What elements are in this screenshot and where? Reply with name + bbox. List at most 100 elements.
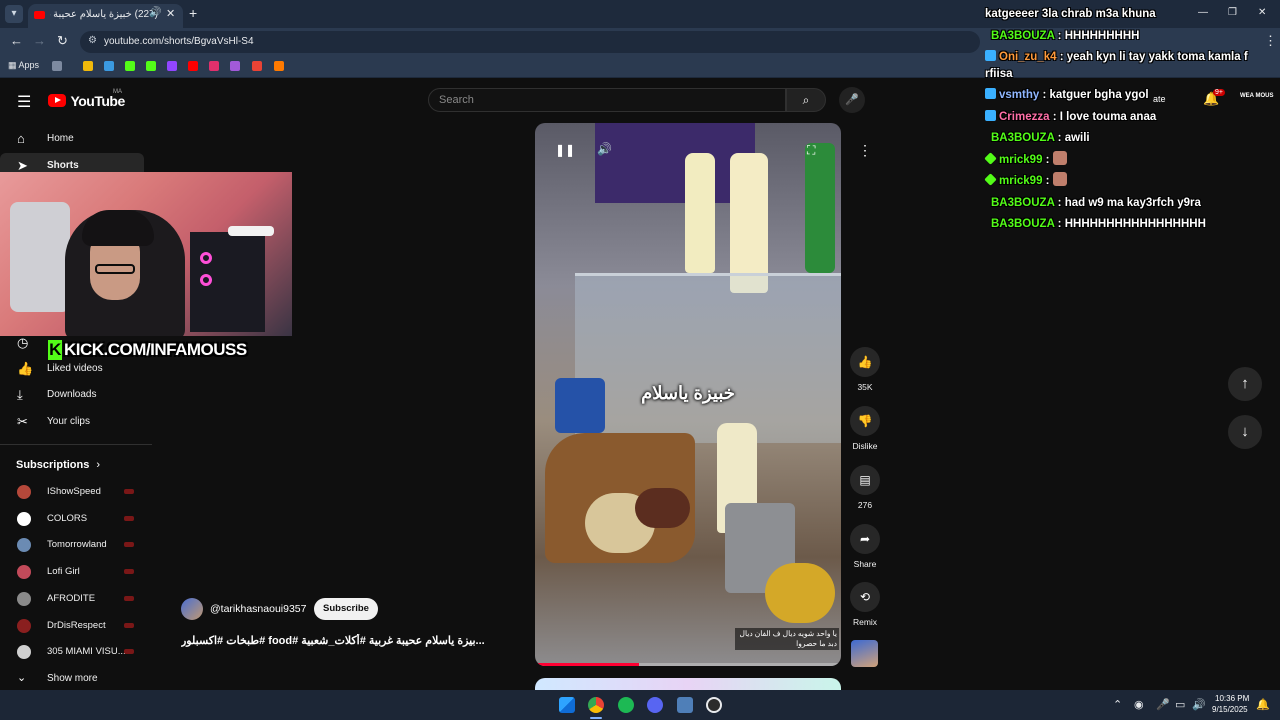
chat-message: katgeeeer 3la chrab m3a khuna	[985, 4, 1275, 26]
tab-close-icon[interactable]: ✕	[166, 7, 175, 20]
sidebar-item-home[interactable]: ⌂ Home	[0, 126, 150, 152]
sidebar-item-downloads[interactable]: ⤓ Downloads	[0, 382, 150, 408]
webcam-hair	[82, 210, 154, 246]
tab-audio-icon[interactable]: 🔊	[149, 7, 161, 18]
more-options-icon[interactable]: ⋮	[854, 139, 876, 161]
webcam-rgb-fan	[200, 252, 212, 264]
channel-handle[interactable]: @tarikhasnaoui9357	[210, 603, 306, 615]
channel-avatar[interactable]	[181, 598, 203, 620]
tab-search-button[interactable]: ▾	[5, 5, 23, 23]
chat-message: mrick99 :	[984, 171, 1275, 193]
browser-tab-active[interactable]: (227) خبيزة ياسلام عحيبة غربي 🔊 ✕	[28, 4, 183, 28]
dislike-action[interactable]: 👎 Dislike	[848, 406, 882, 451]
bookmark-binance-icon[interactable]	[83, 61, 93, 71]
bookmark-apps[interactable]: ▦ Apps	[8, 60, 39, 71]
subscription-item[interactable]: COLORS	[0, 506, 150, 532]
chat-username[interactable]: BA3BOUZA	[991, 197, 1054, 209]
video-title[interactable]: ...بيزة ياسلام عحيبة غربية #أكلات_شعبية …	[181, 634, 491, 647]
address-bar[interactable]: ⚙ youtube.com/shorts/BgvaVsHl-S4	[80, 31, 980, 53]
clock-date[interactable]: 9/15/2025	[1212, 705, 1248, 714]
sidebar-item-label: Shorts	[47, 160, 79, 171]
subscription-item[interactable]: 305 MIAMI VISU...	[0, 639, 150, 665]
chat-username[interactable]: mrick99	[999, 175, 1042, 187]
search-input[interactable]: Search	[428, 88, 786, 112]
sound-thumbnail[interactable]	[851, 640, 878, 667]
subscribe-button[interactable]: Subscribe	[314, 598, 378, 620]
fullscreen-icon[interactable]: ⛶	[807, 143, 815, 158]
subscription-item[interactable]: IShowSpeed	[0, 479, 150, 505]
chat-username[interactable]: Crimezza	[999, 111, 1050, 123]
reload-icon[interactable]: ↻	[57, 33, 68, 49]
pause-icon[interactable]: ❚❚	[555, 143, 575, 157]
arrow-up-icon: ↑	[1241, 375, 1249, 392]
subscription-item[interactable]: AFRODITE	[0, 586, 150, 612]
forward-icon[interactable]: →	[33, 33, 46, 48]
clock-time[interactable]: 10:36 PM	[1215, 694, 1249, 703]
subscription-avatar	[17, 591, 31, 606]
thumbs-up-icon[interactable]: 👍	[850, 347, 880, 377]
new-tab-button[interactable]: +	[189, 5, 197, 21]
tray-app-icon[interactable]: ◉	[1134, 698, 1144, 711]
bookmark-twitch-icon[interactable]	[167, 61, 177, 71]
chat-username[interactable]: BA3BOUZA	[991, 132, 1054, 144]
chat-emote-icon	[1052, 150, 1067, 165]
subscription-item[interactable]: Tomorrowland	[0, 532, 150, 558]
volume-icon[interactable]: 🔊	[597, 142, 612, 156]
chat-separator: :	[1042, 175, 1053, 187]
next-short-preview[interactable]	[535, 678, 841, 690]
comment-icon[interactable]: ▤	[850, 465, 880, 495]
bookmark-grid-icon[interactable]	[52, 61, 62, 71]
share-icon[interactable]: ➦	[850, 524, 880, 554]
discord-icon[interactable]	[647, 697, 663, 713]
chat-username[interactable]: vsmthy	[999, 89, 1039, 101]
share-action[interactable]: ➦ Share	[848, 524, 882, 569]
comments-action[interactable]: ▤ 276	[848, 465, 882, 510]
tray-volume-icon[interactable]: 🔊	[1192, 698, 1206, 711]
show-more-button[interactable]: ⌄ Show more	[0, 666, 150, 692]
back-icon[interactable]: ←	[10, 33, 23, 48]
bookmark-gmail-icon[interactable]	[252, 61, 262, 71]
bookmark-icon[interactable]	[230, 61, 240, 71]
bookmark-icon[interactable]	[104, 61, 114, 71]
app-icon[interactable]	[677, 697, 693, 713]
subscription-label: 305 MIAMI VISU...	[47, 646, 126, 658]
chat-emote-icon	[1052, 172, 1067, 186]
voice-search-button[interactable]: 🎤	[839, 87, 865, 113]
chat-username[interactable]: BA3BOUZA	[991, 30, 1054, 42]
next-short-button[interactable]: ↓	[1228, 415, 1262, 449]
subscriptions-header[interactable]: Subscriptions ›	[16, 459, 100, 471]
sidebar-item-your-clips[interactable]: ✂ Your clips	[0, 409, 150, 435]
menu-icon[interactable]: ☰	[17, 92, 31, 112]
live-indicator-icon	[124, 622, 134, 628]
remix-action[interactable]: ⟲ Remix	[848, 582, 882, 627]
bookmark-kick-icon[interactable]	[125, 61, 135, 71]
bookmark-kick-icon[interactable]	[146, 61, 156, 71]
tray-network-icon[interactable]: ▭	[1175, 698, 1185, 711]
like-action[interactable]: 👍 35K	[848, 347, 882, 392]
dislike-label: Dislike	[852, 441, 878, 451]
remix-icon[interactable]: ⟲	[850, 582, 880, 612]
chat-username[interactable]: BA3BOUZA	[991, 218, 1054, 230]
search-button[interactable]: ⌕	[786, 88, 826, 112]
chat-username[interactable]: mrick99	[999, 154, 1042, 166]
tray-microphone-icon[interactable]: 🎤	[1156, 698, 1170, 711]
thumbs-down-icon[interactable]: 👎	[850, 406, 880, 436]
subscription-item[interactable]: Lofi Girl	[0, 559, 150, 585]
chat-text: HHHHHHHHHHHHHHHHH	[1064, 218, 1206, 230]
bookmark-youtube-icon[interactable]	[188, 61, 198, 71]
tray-chevron-icon[interactable]: ⌃	[1113, 698, 1122, 711]
chat-text: katgeeeer 3la chrab m3a khuna	[985, 8, 1156, 20]
previous-short-button[interactable]: ↑	[1228, 367, 1262, 401]
live-indicator-icon	[124, 649, 134, 655]
chat-username[interactable]: Oni_zu_k4	[999, 51, 1057, 63]
bookmark-icon[interactable]	[274, 61, 284, 71]
spotify-icon[interactable]	[618, 697, 634, 713]
bookmark-instagram-icon[interactable]	[209, 61, 219, 71]
shorts-video-player[interactable]: خبيزة ياسلام يا واحد شويه ديال ف الفان د…	[535, 123, 841, 666]
windows-start-icon[interactable]	[559, 697, 575, 713]
chrome-icon[interactable]	[588, 697, 604, 713]
site-info-icon[interactable]: ⚙	[88, 35, 97, 46]
subscription-item[interactable]: DrDisRespect	[0, 613, 150, 639]
app-icon[interactable]	[706, 697, 722, 713]
notification-center-icon[interactable]: 🔔	[1256, 698, 1270, 711]
